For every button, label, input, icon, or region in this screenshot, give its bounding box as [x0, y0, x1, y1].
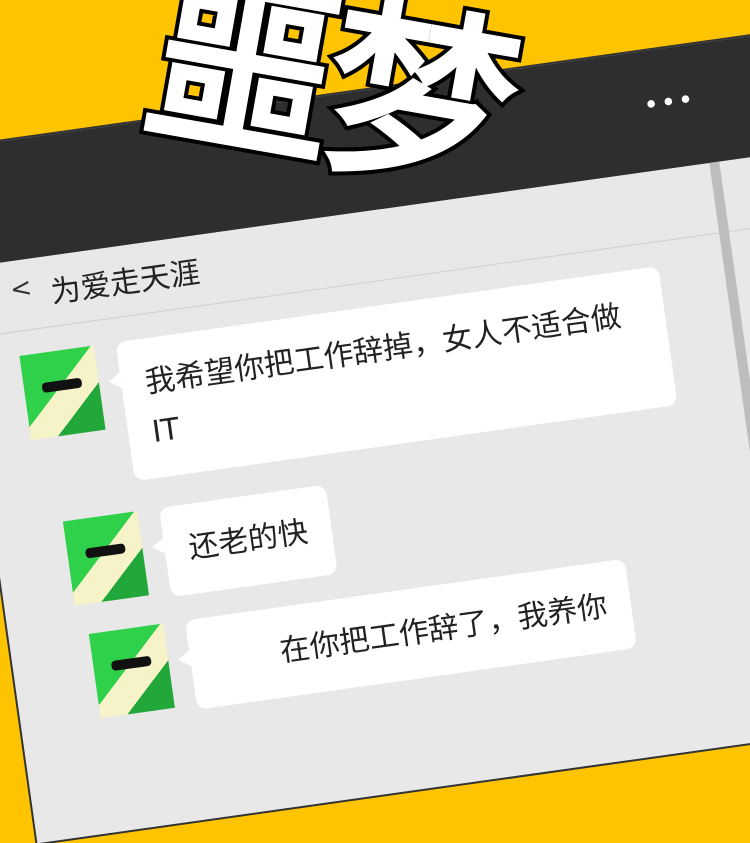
message-row: 还老的快: [62, 484, 338, 611]
chevron-left-icon[interactable]: <: [8, 273, 34, 306]
scrollbar[interactable]: [709, 161, 750, 678]
more-dots-icon[interactable]: •••: [642, 85, 698, 122]
avatar[interactable]: [19, 345, 106, 441]
contact-name: 为爱走天涯: [48, 255, 203, 311]
avatar[interactable]: [88, 623, 175, 719]
avatar[interactable]: [62, 511, 150, 606]
message-bubble: 还老的快: [158, 484, 338, 598]
